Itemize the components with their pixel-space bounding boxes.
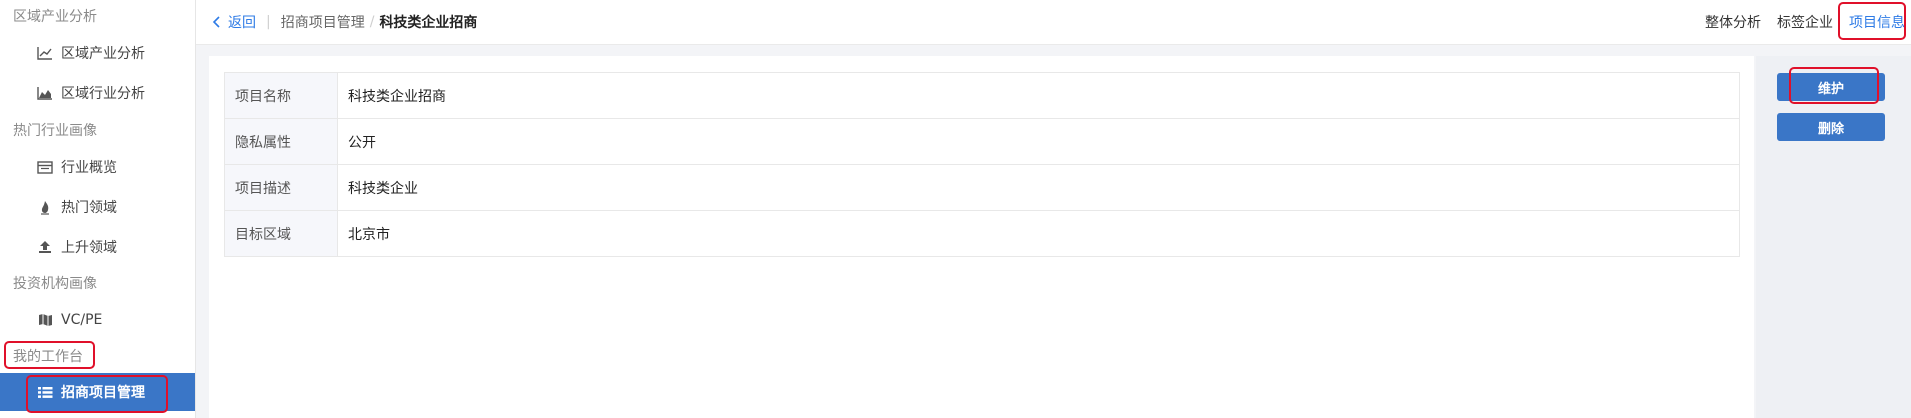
action-rail: [1756, 56, 1911, 418]
sidebar-item-label: 招商项目管理: [61, 385, 145, 401]
sidebar-item-rising-fields[interactable]: 上升领域: [0, 227, 195, 267]
maintain-button[interactable]: 维护: [1777, 73, 1885, 101]
sidebar-item-label: 热门领域: [61, 200, 117, 216]
sidebar-item-industry-overview[interactable]: 行业概览: [0, 147, 195, 187]
row-key: 项目名称: [224, 72, 338, 119]
sidebar-item-vcpe[interactable]: VC/PE: [0, 300, 195, 340]
sidebar-group-investors: 投资机构画像: [13, 276, 97, 292]
breadcrumb-slash: /: [369, 14, 375, 30]
sidebar-item-regional-industry[interactable]: 区域产业分析: [0, 33, 195, 73]
sidebar-item-regional-sector[interactable]: 区域行业分析: [0, 73, 195, 113]
table-row: 目标区域 北京市: [224, 210, 1740, 257]
header-bar: 返回 | 招商项目管理 / 科技类企业招商 整体分析 标签企业 项目信息: [196, 0, 1911, 45]
row-key: 项目描述: [224, 164, 338, 211]
sidebar-group-hot-industry: 热门行业画像: [13, 123, 97, 139]
row-key: 隐私属性: [224, 118, 338, 165]
row-value: 公开: [337, 118, 1740, 165]
table-row: 隐私属性 公开: [224, 118, 1740, 165]
sidebar-group-regional: 区域产业分析: [13, 9, 97, 25]
sidebar: 区域产业分析 区域产业分析 区域行业分析 热门行业画像 行业概览 热门领域 上升…: [0, 0, 196, 418]
row-value: 北京市: [337, 210, 1740, 257]
project-info-table: 项目名称 科技类企业招商 隐私属性 公开 项目描述 科技类企业 目标区域 北京市: [224, 72, 1740, 257]
delete-button[interactable]: 删除: [1777, 113, 1885, 141]
upload-icon: [37, 239, 53, 255]
row-key: 目标区域: [224, 210, 338, 257]
table-row: 项目名称 科技类企业招商: [224, 72, 1740, 119]
back-link[interactable]: 返回: [212, 12, 256, 32]
back-label: 返回: [228, 15, 256, 31]
top-tabs: 整体分析 标签企业 项目信息: [1689, 12, 1905, 32]
line-chart-icon: [37, 45, 53, 61]
breadcrumb-divider: |: [266, 14, 271, 30]
tab-tagged-companies[interactable]: 标签企业: [1777, 12, 1833, 32]
sidebar-item-label: VC/PE: [61, 312, 103, 328]
breadcrumb: 返回 | 招商项目管理 / 科技类企业招商: [212, 12, 477, 32]
sidebar-item-label: 上升领域: [61, 240, 117, 256]
map-icon: [37, 312, 53, 328]
sidebar-group-workspace: 我的工作台: [13, 349, 83, 365]
panel-icon: [37, 159, 53, 175]
sidebar-item-label: 行业概览: [61, 160, 117, 176]
row-value: 科技类企业招商: [337, 72, 1740, 119]
area-chart-icon: [37, 85, 53, 101]
breadcrumb-parent[interactable]: 招商项目管理: [281, 12, 365, 32]
fire-icon: [37, 199, 53, 215]
sidebar-item-label: 区域产业分析: [61, 46, 145, 62]
table-row: 项目描述 科技类企业: [224, 164, 1740, 211]
row-value: 科技类企业: [337, 164, 1740, 211]
tab-project-info[interactable]: 项目信息: [1849, 12, 1905, 32]
tab-overall-analysis[interactable]: 整体分析: [1705, 12, 1761, 32]
chevron-left-icon: [212, 16, 220, 28]
breadcrumb-current: 科技类企业招商: [379, 15, 478, 31]
list-icon: [37, 384, 53, 400]
sidebar-item-hot-fields[interactable]: 热门领域: [0, 187, 195, 227]
sidebar-item-project-management[interactable]: 招商项目管理: [0, 373, 195, 411]
sidebar-item-label: 区域行业分析: [61, 86, 145, 102]
